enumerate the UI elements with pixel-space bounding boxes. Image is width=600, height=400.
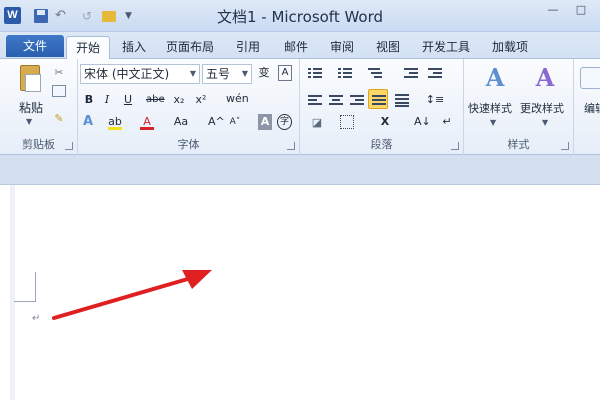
grow-font-icon[interactable]: A^ xyxy=(208,114,225,130)
paste-button[interactable]: 粘贴 xyxy=(14,99,48,116)
format-painter-icon[interactable]: ✎ xyxy=(52,111,66,127)
text-effects-icon[interactable]: A xyxy=(80,114,96,130)
italic-icon[interactable]: I xyxy=(100,92,114,108)
bullets-icon[interactable] xyxy=(308,67,322,79)
chevron-down-icon[interactable]: ▼ xyxy=(490,118,496,127)
decrease-indent-icon[interactable] xyxy=(404,67,418,79)
align-left-icon[interactable] xyxy=(308,94,322,106)
margin-corner-mark xyxy=(14,272,36,302)
paragraph-dialog-launcher[interactable] xyxy=(451,142,459,150)
numbering-icon[interactable] xyxy=(338,67,352,79)
distributed-align-icon[interactable] xyxy=(395,94,409,107)
styles-dialog-launcher[interactable] xyxy=(561,142,569,150)
copy-icon[interactable] xyxy=(52,85,66,97)
align-right-icon[interactable] xyxy=(350,94,364,106)
multilevel-list-icon[interactable] xyxy=(368,67,382,79)
paragraph-group: ↕≡ ◪ X A↓ ↵ 段落 xyxy=(300,59,464,155)
window-title: 文档1 - Microsoft Word xyxy=(216,8,384,26)
chevron-down-icon: ▼ xyxy=(241,69,248,78)
minimize-icon[interactable]: — xyxy=(546,3,560,17)
quick-styles-icon[interactable]: A xyxy=(480,65,510,91)
ruler-area xyxy=(0,155,600,185)
justify-button[interactable] xyxy=(368,89,388,109)
styles-group-label: 样式 xyxy=(507,138,530,151)
align-center-icon[interactable] xyxy=(329,94,343,106)
document-page[interactable] xyxy=(10,185,600,400)
highlight-color-icon[interactable]: ab xyxy=(108,114,122,130)
chevron-down-icon: ▼ xyxy=(189,69,196,78)
character-shading-icon[interactable]: A xyxy=(258,114,272,130)
borders-icon[interactable] xyxy=(340,115,354,129)
font-size-select[interactable]: 五号 ▼ xyxy=(202,64,252,84)
increase-indent-icon[interactable] xyxy=(428,67,442,79)
font-group-label: 字体 xyxy=(177,138,200,151)
tab-home[interactable]: 开始 xyxy=(66,36,110,59)
tab-review[interactable]: 审阅 xyxy=(322,36,362,59)
find-replace-icon[interactable] xyxy=(580,67,600,89)
change-styles-button[interactable]: 更改样式 xyxy=(520,100,564,116)
font-name-select[interactable]: 宋体 (中文正文) ▼ xyxy=(80,64,200,84)
strikethrough-icon[interactable]: abe xyxy=(146,92,165,108)
paragraph-mark: ↵ xyxy=(32,313,41,324)
clear-formatting-icon[interactable]: A xyxy=(278,65,292,81)
font-size-value: 五号 xyxy=(206,67,231,81)
sort-icon[interactable]: A↓ xyxy=(414,114,431,130)
quick-styles-button[interactable]: 快速样式 xyxy=(468,100,512,116)
tab-developer[interactable]: 开发工具 xyxy=(414,36,478,59)
pinyin-guide-icon[interactable]: 变 xyxy=(255,65,273,81)
paste-icon[interactable] xyxy=(20,65,41,92)
tab-add-ins[interactable]: 加载项 xyxy=(482,36,538,59)
line-spacing-icon[interactable]: ↕≡ xyxy=(424,92,446,108)
paragraph-group-label: 段落 xyxy=(370,138,393,151)
chevron-down-icon[interactable]: ▼ xyxy=(542,118,548,127)
font-name-value: 宋体 (中文正文) xyxy=(84,67,170,81)
paste-dropdown-arrow[interactable]: ▼ xyxy=(26,117,32,126)
show-marks-icon[interactable]: ↵ xyxy=(441,114,453,130)
ribbon: 粘贴 ▼ ✂ ✎ 剪贴板 宋体 (中文正文) ▼ 五号 ▼ 变 A B I U … xyxy=(0,59,600,155)
change-case-icon[interactable]: Aa xyxy=(172,114,190,130)
font-dialog-launcher[interactable] xyxy=(287,142,295,150)
font-color-icon[interactable]: A xyxy=(140,114,154,130)
chinese-layout-icon[interactable]: X xyxy=(376,114,394,130)
tab-insert[interactable]: 插入 xyxy=(114,36,154,59)
shrink-font-icon[interactable]: A˅ xyxy=(228,114,242,130)
shading-icon[interactable]: ◪ xyxy=(306,115,328,131)
superscript-icon[interactable]: x² xyxy=(194,92,208,108)
tab-mailings[interactable]: 邮件 xyxy=(276,36,316,59)
ribbon-tab-bar: 文件 开始 插入 页面布局 引用 邮件 审阅 视图 开发工具 加载项 xyxy=(0,32,600,59)
editing-button[interactable]: 编辑 xyxy=(584,100,600,116)
subscript-icon[interactable]: x₂ xyxy=(172,92,186,108)
cut-icon[interactable]: ✂ xyxy=(52,65,66,81)
phonetic-guide-icon[interactable]: wén xyxy=(226,91,249,107)
styles-group: A A 快速样式 更改样式 ▼ ▼ 样式 xyxy=(464,59,574,155)
editing-group: 编辑 xyxy=(574,59,600,155)
enclose-characters-icon[interactable]: 字 xyxy=(277,114,292,130)
tab-view[interactable]: 视图 xyxy=(368,36,408,59)
underline-icon[interactable]: U xyxy=(120,92,136,108)
tab-references[interactable]: 引用 xyxy=(228,36,268,59)
maximize-icon[interactable]: □ xyxy=(574,3,588,17)
clipboard-dialog-launcher[interactable] xyxy=(65,142,73,150)
change-styles-icon[interactable]: A xyxy=(530,65,560,91)
font-group: 宋体 (中文正文) ▼ 五号 ▼ 变 A B I U abe x₂ x² wén… xyxy=(78,59,300,155)
tab-file[interactable]: 文件 xyxy=(6,35,64,57)
clipboard-group: 粘贴 ▼ ✂ ✎ 剪贴板 xyxy=(0,59,78,155)
tab-page-layout[interactable]: 页面布局 xyxy=(160,36,220,59)
justify-icon xyxy=(372,94,386,106)
title-bar: W ↶ ↺ ▼ 文档1 - Microsoft Word — □ xyxy=(0,0,600,32)
bold-icon[interactable]: B xyxy=(82,92,96,108)
